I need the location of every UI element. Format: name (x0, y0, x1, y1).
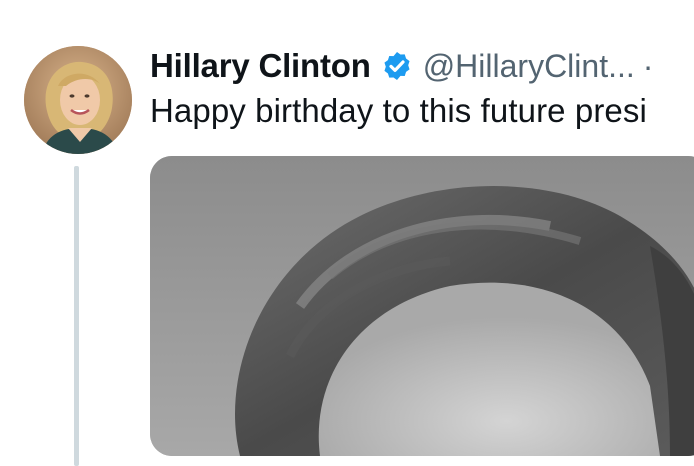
tweet[interactable]: Hillary Clinton @HillaryClint... · Happy… (0, 0, 694, 466)
avatar-photo-icon (24, 46, 132, 154)
author-handle[interactable]: @HillaryClint... (423, 48, 635, 85)
separator-dot: · (642, 47, 654, 84)
tweet-header: Hillary Clinton @HillaryClint... · (150, 46, 653, 86)
tweet-text: Happy birthday to this future presi (150, 92, 647, 129)
thread-line (74, 166, 79, 466)
tweet-media[interactable] (150, 156, 694, 456)
author-name[interactable]: Hillary Clinton (150, 47, 371, 85)
verified-badge-icon (381, 50, 413, 82)
avatar[interactable] (24, 46, 132, 154)
portrait-photo-icon (150, 156, 694, 456)
